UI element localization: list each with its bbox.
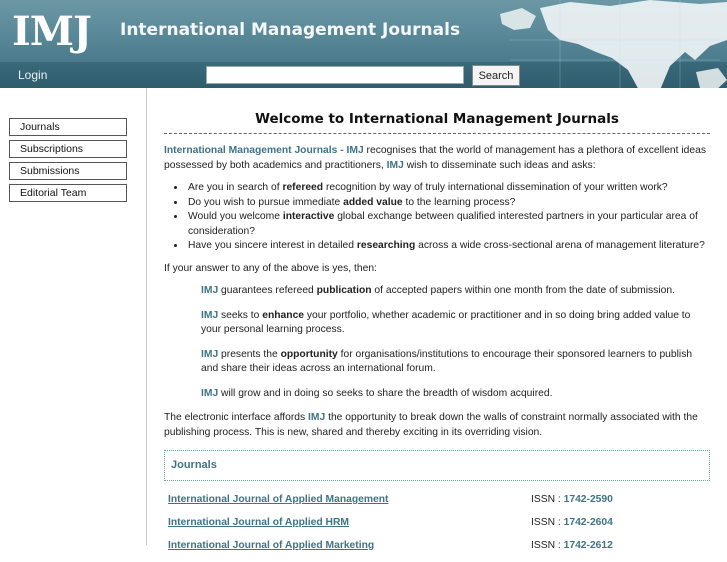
sidebar-nav: Journals Subscriptions Submissions Edito…	[9, 118, 127, 206]
benefit-paragraph: IMJ presents the opportunity for organis…	[201, 348, 710, 377]
question-text: across a wide cross-sectional arena of m…	[415, 240, 705, 251]
sidebar-item-editorial-team[interactable]: Editorial Team	[9, 184, 127, 202]
benefit-text: of accepted papers within one month from…	[371, 285, 675, 296]
journal-row: International Journal of Applied Managem…	[164, 493, 710, 516]
question-text: Do you wish to pursue immediate	[188, 196, 344, 208]
brand-abbr: IMJ	[386, 159, 404, 171]
question-list: Are you in search of refereed recognitio…	[186, 181, 710, 254]
list-item: Do you wish to pursue immediate added va…	[186, 196, 710, 211]
login-link[interactable]: Login	[18, 68, 47, 82]
journal-link[interactable]: International Journal of Applied Managem…	[168, 493, 388, 508]
journal-issn: ISSN : 1742-2612	[531, 539, 613, 554]
journal-issn: ISSN : 1742-2604	[531, 516, 613, 531]
answer-intro: If your answer to any of the above is ye…	[164, 262, 377, 274]
benefit-keyword: publication	[316, 285, 372, 296]
issn-label: ISSN :	[531, 494, 564, 505]
brand-name: International Management Journals - IMJ	[164, 145, 364, 156]
brand-abbr: IMJ	[308, 412, 326, 423]
brand-abbr: IMJ	[201, 348, 219, 360]
sidebar-divider	[146, 88, 147, 545]
question-keyword: interactive	[282, 211, 335, 222]
journal-row: International Journal of Applied HRM ISS…	[164, 516, 710, 539]
sidebar-item-journals[interactable]: Journals	[9, 118, 127, 136]
list-item: Are you in search of refereed recognitio…	[186, 181, 710, 196]
benefit-keyword: opportunity	[280, 348, 338, 360]
intro-text-end: wish to disseminate such ideas and asks:	[403, 159, 596, 171]
issn-value: 1742-2604	[563, 517, 613, 528]
benefit-keyword: enhance	[262, 309, 305, 321]
benefit-text: will grow and in doing so seeks to share…	[218, 387, 553, 399]
question-text: recognition by way of truly internationa…	[323, 182, 668, 193]
question-keyword: refereed	[282, 182, 324, 193]
list-item: Would you welcome interactive global exc…	[186, 210, 710, 239]
brand-abbr: IMJ	[201, 285, 219, 296]
benefit-paragraph: IMJ will grow and in doing so seeks to s…	[201, 387, 710, 402]
issn-value: 1742-2612	[563, 540, 613, 551]
journal-link[interactable]: International Journal of Applied HRM	[168, 516, 349, 531]
journal-row: International Journal of Applied Marketi…	[164, 539, 710, 562]
benefit-text: guarantees refereed	[218, 285, 317, 296]
question-text: Are you in search of	[188, 182, 283, 193]
journal-link[interactable]: International Journal of Applied Marketi…	[168, 539, 374, 554]
title-divider	[164, 133, 710, 134]
search-input[interactable]	[206, 66, 464, 84]
brand-abbr: IMJ	[201, 309, 219, 321]
list-item: Have you sincere interest in detailed re…	[186, 239, 710, 254]
site-title: International Management Journals	[120, 20, 461, 40]
closing-paragraph: The electronic interface affords IMJ the…	[164, 411, 710, 440]
issn-label: ISSN :	[531, 540, 564, 551]
question-text: Have you sincere interest in detailed	[188, 240, 357, 251]
brand-abbr: IMJ	[201, 387, 219, 399]
question-keyword: researching	[356, 240, 416, 251]
issn-label: ISSN :	[531, 517, 564, 528]
site-logo[interactable]: IMJ	[12, 10, 92, 54]
issn-value: 1742-2590	[563, 494, 613, 505]
sidebar-item-submissions[interactable]: Submissions	[9, 162, 127, 180]
benefit-paragraph: IMJ guarantees refereed publication of a…	[201, 284, 710, 299]
question-text: Would you welcome	[188, 211, 283, 222]
benefit-text: presents the	[218, 348, 281, 360]
sidebar-item-subscriptions[interactable]: Subscriptions	[9, 140, 127, 158]
page-title: Welcome to International Management Jour…	[255, 111, 619, 127]
closing-text: The electronic interface affords	[164, 412, 309, 423]
benefit-text: seeks to	[218, 309, 263, 321]
world-map-graphic	[500, 0, 727, 88]
intro-paragraph: International Management Journals - IMJ …	[164, 144, 710, 173]
question-text: to the learning process?	[402, 196, 516, 208]
search-button[interactable]: Search	[472, 65, 520, 86]
site-header: IMJ International Management Journals Lo…	[0, 0, 727, 88]
journals-heading: Journals	[164, 450, 710, 481]
benefit-paragraph: IMJ seeks to enhance your portfolio, whe…	[201, 309, 710, 338]
journal-issn: ISSN : 1742-2590	[531, 493, 613, 508]
main-content: Welcome to International Management Jour…	[164, 108, 710, 562]
question-keyword: added value	[343, 196, 403, 208]
